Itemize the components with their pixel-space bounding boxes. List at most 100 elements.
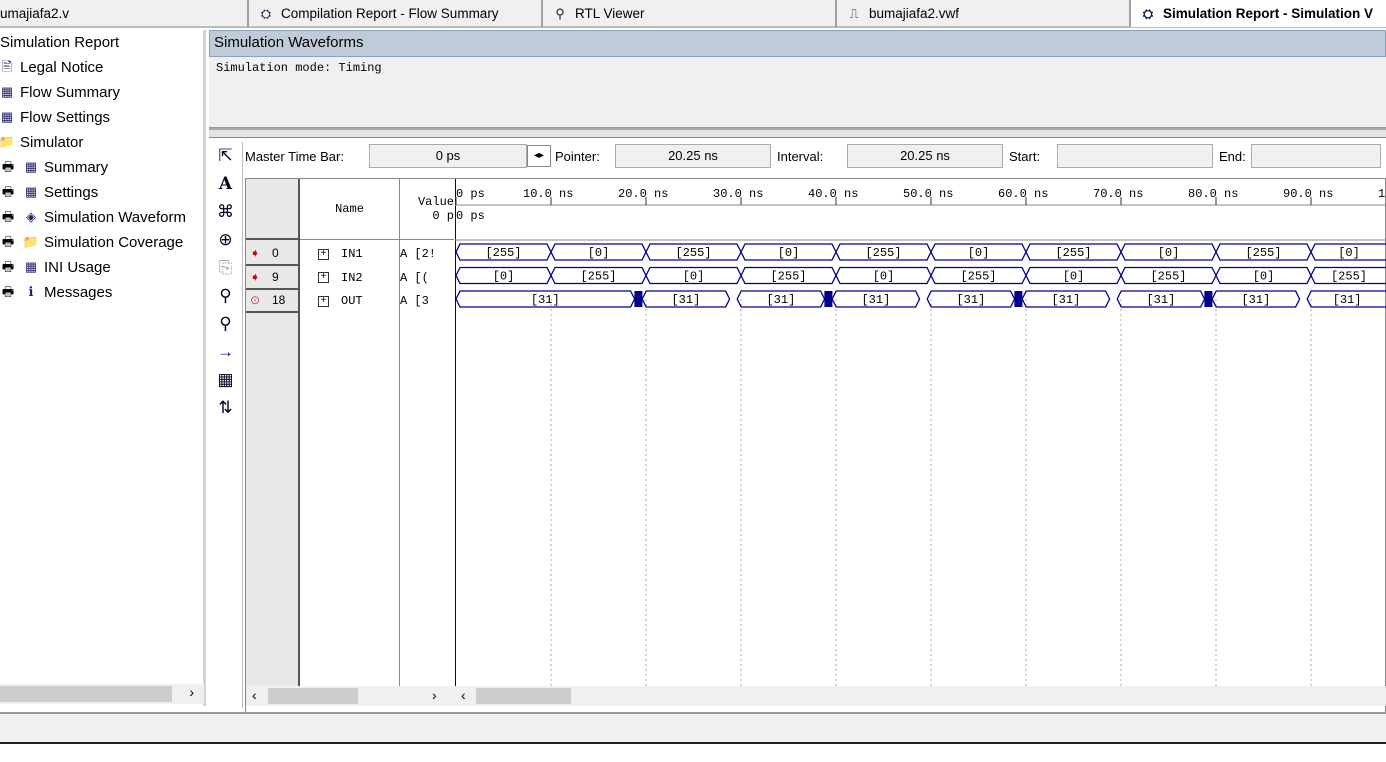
copy-icon[interactable]: ⎘: [209, 254, 242, 282]
tree-item[interactable]: 📁 Simulator: [0, 130, 83, 154]
tab-label: bumajiafa2.vwf: [869, 6, 960, 21]
waveform-display[interactable]: 0 ps 10.0 ns 20.0 ns 30.0 ns 40.0 ns 50.0 ns 6…: [454, 179, 1386, 686]
bus-value: [255]: [770, 270, 806, 284]
waveform-editing-tool-icon[interactable]: ⌘: [209, 198, 242, 226]
expand-icon[interactable]: +: [318, 248, 329, 260]
tree-item[interactable]: 🖶 ▦ INI Usage: [0, 255, 111, 279]
splitter[interactable]: [209, 128, 1386, 138]
sort-icon[interactable]: ⇅: [209, 394, 242, 422]
names-scroll-right-icon[interactable]: ›: [432, 687, 437, 703]
tree-item[interactable]: 🖹 Legal Notice: [0, 55, 104, 79]
time-tick-label: 70.0 ns: [1093, 187, 1143, 201]
pointer-label: Pointer:: [555, 148, 600, 164]
bus-value: [31]: [671, 293, 700, 307]
time-tick-label: 40.0 ns: [808, 187, 858, 201]
expand-icon[interactable]: +: [318, 272, 329, 283]
signal-row-IN2[interactable]: ➧ 9: [246, 266, 298, 290]
printer-icon: 🖶: [1, 184, 15, 199]
bus-value: [31]: [766, 293, 795, 307]
node-index: 9: [272, 269, 279, 284]
waveform-grid: ➧ 0 ➧ 9 ⊙ 18 Name + IN1 + IN2 + OUT Value 0 pA [2! A …: [245, 178, 1386, 714]
glitch-mark: [634, 291, 643, 307]
name-column: Name + IN1 + IN2 + OUT: [300, 179, 400, 686]
tree-item[interactable]: Simulation Report: [0, 30, 119, 54]
signal-name[interactable]: OUT: [341, 294, 363, 308]
tab-2[interactable]: ⛭ Compilation Report - Flow Summary: [247, 0, 541, 27]
bus-value: [0]: [1063, 270, 1085, 284]
tree-item-icon: 📁: [22, 234, 40, 249]
tree-item-icon: ◈: [26, 209, 36, 224]
master-time-bar-field[interactable]: 0 ps: [369, 144, 527, 168]
simulation-mode-text: Simulation mode: Timing: [209, 57, 1386, 128]
name-header[interactable]: Name: [300, 179, 399, 240]
tab-label: RTL Viewer: [575, 6, 645, 21]
selection-tool-icon[interactable]: ⇱: [209, 142, 242, 170]
tree-item[interactable]: 🖶 ▦ Summary: [0, 155, 108, 179]
time-tick-label: 80.0 ns: [1188, 187, 1238, 201]
tree-item-icon: ▦: [24, 159, 38, 174]
waveform-tools: ⇱ A ⌘ ⊕ ⎘ ⚲ ⚲ → ▦ ⇅: [209, 142, 243, 708]
grid-snap-icon[interactable]: ▦: [209, 366, 242, 394]
find-next-icon[interactable]: ⚲: [209, 310, 242, 338]
bus-value: [255]: [1055, 246, 1091, 260]
bus-value: [0]: [493, 270, 515, 284]
tree-item-icon: ▦: [24, 184, 38, 199]
tree-horizontal-scrollbar[interactable]: ›: [0, 684, 204, 704]
wave-scroll-left-icon[interactable]: ‹: [461, 687, 466, 703]
tree-item-icon: ▦: [0, 84, 14, 99]
bus-value: [0]: [1338, 246, 1360, 260]
tab-1[interactable]: umajiafa2.v: [0, 0, 247, 27]
names-scroll-left-icon[interactable]: ‹: [252, 687, 257, 703]
printer-icon: 🖶: [1, 209, 15, 224]
tree-item[interactable]: 🖶 ◈ Simulation Waveform: [0, 205, 186, 229]
bus-value: [255]: [580, 270, 616, 284]
bus-value: [255]: [675, 246, 711, 260]
tree-item[interactable]: ▦ Flow Summary: [0, 80, 120, 104]
signal-row-OUT[interactable]: ⊙ 18: [246, 289, 298, 313]
node-index: 18: [272, 293, 286, 307]
tab-3[interactable]: ⚲ RTL Viewer: [541, 0, 835, 27]
horizontal-scrollbars[interactable]: ‹ › ‹: [246, 686, 1386, 706]
expand-icon[interactable]: +: [318, 295, 329, 307]
tree-item-icon: 🖹: [1, 59, 13, 74]
tab-4[interactable]: ⎍ bumajiafa2.vwf: [835, 0, 1129, 27]
end-field[interactable]: [1251, 144, 1381, 168]
tab-5[interactable]: ⛭ Simulation Report - Simulation V: [1129, 0, 1386, 27]
wave-scroll-thumb[interactable]: [476, 688, 571, 704]
names-scroll-thumb[interactable]: [268, 688, 358, 704]
tree-item[interactable]: 🖶 ▦ Settings: [0, 180, 98, 204]
goto-arrow-icon[interactable]: →: [209, 338, 242, 366]
time-bar-nav-arrows[interactable]: ◂▸: [527, 145, 551, 167]
bus-value: [0]: [873, 270, 895, 284]
tree-item[interactable]: 🖶 📁 Simulation Coverage: [0, 230, 183, 254]
node-index: 0: [272, 246, 279, 260]
signal-name[interactable]: IN1: [341, 247, 363, 261]
tree-item[interactable]: ▦ Flow Settings: [0, 105, 110, 129]
bus-value: [31]: [956, 293, 985, 307]
panel-title: Simulation Waveforms: [209, 30, 1386, 57]
text-tool-icon[interactable]: A: [209, 170, 242, 198]
value-header[interactable]: Value: [400, 195, 454, 209]
master-time-bar-label: Master Time Bar:: [245, 148, 344, 164]
zoom-tool-icon[interactable]: ⊕: [209, 226, 242, 254]
tree-item[interactable]: 🖶 ℹ Messages: [0, 280, 113, 304]
printer-icon: 🖶: [1, 159, 15, 174]
time-tick-label: 30.0 ns: [713, 187, 763, 201]
tree-item-label: Settings: [44, 183, 99, 201]
signal-value: A [2!: [400, 247, 437, 261]
signal-name[interactable]: IN2: [341, 271, 363, 285]
tree-item-icon: ▦: [24, 259, 38, 274]
value-column: Value 0 p A [2! A [(A [3: [400, 179, 454, 686]
bus-value: [0]: [968, 246, 990, 260]
start-field[interactable]: [1057, 144, 1213, 168]
signal-row-IN1[interactable]: ➧ 0: [246, 242, 298, 266]
input-pin-icon: ➧: [250, 269, 261, 284]
start-label: Start:: [1009, 148, 1041, 164]
tree-item-label: Simulator: [20, 133, 84, 151]
tree-item-label: Legal Notice: [20, 58, 104, 76]
time-tick-label: 0 ps: [456, 187, 485, 201]
report-icon: ⛭: [1142, 5, 1154, 21]
find-icon[interactable]: ⚲: [209, 282, 242, 310]
scroll-right-icon[interactable]: ›: [189, 684, 194, 700]
bus-value: [255]: [1331, 270, 1367, 284]
